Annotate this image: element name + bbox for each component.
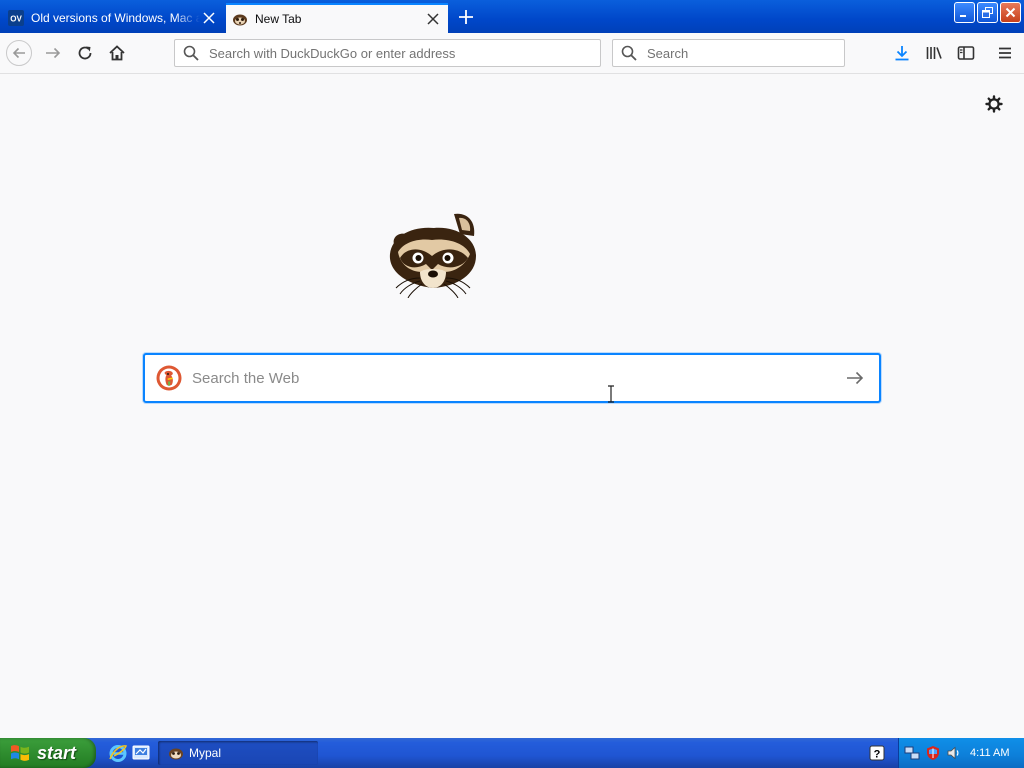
duckduckgo-icon	[156, 365, 182, 391]
svg-text:?: ?	[874, 749, 881, 761]
home-icon	[109, 45, 125, 61]
raccoon-app-icon	[169, 748, 183, 760]
plus-icon	[459, 10, 473, 24]
forward-arrow-icon	[46, 47, 61, 59]
new-tab-page	[0, 74, 1024, 738]
windows-logo-icon	[11, 745, 29, 761]
menu-button[interactable]	[990, 37, 1020, 69]
taskbar-item-mypal[interactable]: Mypal	[158, 741, 318, 765]
minimize-button[interactable]	[954, 2, 975, 23]
text-cursor-icon	[608, 385, 614, 403]
close-window-button[interactable]	[1000, 2, 1021, 23]
search-input[interactable]	[645, 44, 844, 62]
tab-new-tab[interactable]: New Tab	[226, 3, 448, 33]
tab-label: New Tab	[255, 12, 302, 26]
sidebar-button[interactable]	[951, 37, 981, 69]
address-bar[interactable]	[174, 39, 601, 67]
address-input[interactable]	[207, 44, 600, 62]
security-shield-icon[interactable]	[925, 745, 941, 761]
new-tab-button[interactable]	[454, 6, 478, 28]
tab-old-versions[interactable]: OV Old versions of Windows, Mac and Linu…	[2, 3, 224, 33]
web-search-box[interactable]	[143, 353, 881, 403]
svg-text:OV: OV	[10, 15, 22, 24]
show-desktop-icon[interactable]	[131, 743, 151, 763]
home-button[interactable]	[102, 37, 132, 69]
restore-button[interactable]	[977, 2, 998, 23]
downloads-button[interactable]	[887, 37, 917, 69]
raccoon-favicon-icon	[233, 14, 247, 26]
help-icon[interactable]: ?	[869, 745, 885, 761]
forward-button[interactable]	[38, 37, 68, 69]
close-icon	[1005, 7, 1016, 18]
back-button[interactable]	[4, 37, 34, 69]
reload-button[interactable]	[70, 37, 100, 69]
library-icon	[926, 47, 942, 59]
arrow-right-icon[interactable]	[845, 368, 865, 388]
clock[interactable]: 4:11 AM	[970, 747, 1010, 759]
nav-bar	[0, 33, 1024, 74]
hamburger-menu-icon	[999, 47, 1011, 59]
taskbar-item-label: Mypal	[189, 746, 222, 760]
title-bar: OV Old versions of Windows, Mac and Linu…	[0, 0, 1024, 33]
reload-icon	[78, 46, 92, 60]
web-search-input[interactable]	[190, 362, 845, 394]
network-icon[interactable]	[904, 745, 920, 761]
start-label: start	[37, 742, 77, 763]
volume-icon[interactable]	[946, 745, 962, 761]
close-tab-icon[interactable]	[200, 9, 218, 27]
close-tab-icon[interactable]	[424, 10, 442, 28]
library-button[interactable]	[919, 37, 949, 69]
sidebar-icon	[957, 46, 975, 60]
search-icon	[621, 45, 637, 61]
tab-label: Old versions of Windows, Mac and Linux s…	[31, 11, 200, 25]
start-button[interactable]: start	[0, 738, 96, 768]
download-icon	[895, 46, 909, 61]
search-icon	[183, 45, 199, 61]
back-arrow-icon	[6, 40, 32, 66]
window-controls	[954, 2, 1021, 23]
search-bar[interactable]	[612, 39, 845, 67]
ov-favicon-icon: OV	[8, 10, 24, 26]
settings-button[interactable]	[984, 94, 1004, 114]
internet-explorer-icon[interactable]	[108, 743, 128, 763]
raccoon-logo	[389, 213, 476, 298]
system-tray: 4:11 AM	[898, 738, 1024, 768]
gear-icon	[985, 95, 1003, 113]
restore-icon	[982, 7, 993, 18]
minimize-icon	[960, 15, 966, 17]
